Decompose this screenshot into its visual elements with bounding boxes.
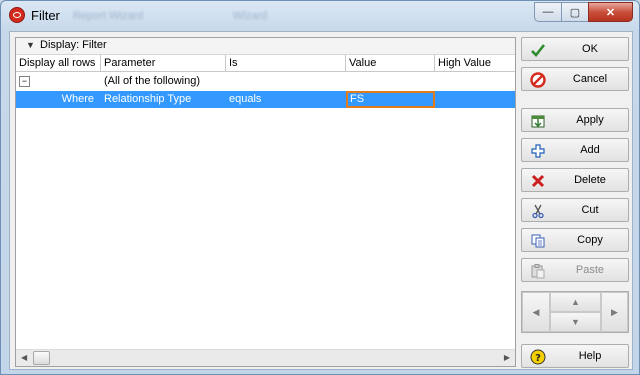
add-button[interactable]: Add — [521, 138, 629, 162]
row-prefix: Where — [61, 93, 94, 105]
copy-label: Copy — [577, 234, 603, 246]
apply-label: Apply — [576, 114, 604, 126]
ok-button[interactable]: OK — [521, 37, 629, 61]
close-button[interactable]: ✕ — [588, 2, 633, 22]
cut-button[interactable]: Cut — [521, 198, 629, 222]
maximize-button[interactable]: ▢ — [561, 2, 589, 22]
scroll-thumb[interactable] — [33, 351, 50, 365]
filter-dialog: Filter Report Wizard Wizard — ▢ ✕ ▼ Disp… — [0, 0, 640, 375]
delete-label: Delete — [574, 174, 606, 186]
column-header-is[interactable]: Is — [226, 55, 346, 72]
background-title-text: Wizard — [233, 10, 268, 22]
column-header-display-all-rows[interactable]: Display all rows — [16, 55, 101, 72]
minimize-button[interactable]: — — [534, 2, 562, 22]
scissors-icon — [530, 203, 546, 219]
column-header-parameter[interactable]: Parameter — [101, 55, 226, 72]
scroll-left-icon[interactable]: ◀ — [21, 353, 27, 362]
filter-row[interactable]: Where Relationship Type equals FS — [16, 91, 515, 108]
check-icon — [530, 42, 546, 58]
move-up-icon[interactable]: ▲ — [550, 292, 601, 312]
plus-icon — [530, 143, 546, 159]
move-down-icon[interactable]: ▼ — [550, 312, 601, 332]
x-icon — [530, 173, 546, 189]
copy-button[interactable]: Copy — [521, 228, 629, 252]
title-bar[interactable]: Filter Report Wizard Wizard — ▢ ✕ — [1, 1, 639, 31]
paste-button[interactable]: Paste — [521, 258, 629, 282]
add-label: Add — [580, 144, 600, 156]
filter-grid[interactable]: ▼ Display: Filter Display all rows Param… — [15, 37, 516, 367]
apply-icon — [530, 113, 546, 129]
move-right-icon[interactable]: ▶ — [601, 292, 628, 332]
is-cell[interactable]: equals — [226, 91, 346, 108]
help-button[interactable]: ? Help — [521, 344, 629, 368]
help-label: Help — [578, 350, 602, 362]
help-icon: ? — [530, 349, 546, 365]
display-filter-label: Display: Filter — [40, 39, 107, 51]
group-row-label: (All of the following) — [104, 75, 200, 87]
dialog-content: ▼ Display: Filter Display all rows Param… — [9, 31, 633, 370]
parameter-cell[interactable]: Relationship Type — [101, 91, 226, 108]
move-arrows-group: ◀ ▲ ▼ ▶ — [521, 291, 629, 333]
high-value-cell[interactable] — [435, 91, 515, 108]
move-left-icon[interactable]: ◀ — [522, 292, 550, 332]
horizontal-scrollbar[interactable]: ◀ ▶ — [16, 349, 515, 366]
paste-icon — [530, 263, 546, 279]
apply-button[interactable]: Apply — [521, 108, 629, 132]
window-title: Filter — [31, 8, 60, 23]
group-row[interactable]: − (All of the following) — [16, 73, 515, 90]
value-input[interactable]: FS — [346, 91, 435, 108]
ok-label: OK — [582, 43, 598, 55]
copy-icon — [530, 233, 546, 249]
scroll-right-icon[interactable]: ▶ — [504, 353, 510, 362]
cancel-button[interactable]: Cancel — [521, 67, 629, 91]
column-header-value[interactable]: Value — [346, 55, 435, 72]
paste-label: Paste — [575, 264, 605, 276]
app-icon — [9, 7, 25, 23]
cancel-label: Cancel — [572, 73, 608, 85]
background-title-text: Report Wizard — [73, 10, 144, 22]
svg-text:?: ? — [535, 353, 541, 364]
chevron-down-icon[interactable]: ▼ — [26, 40, 35, 50]
no-entry-icon — [530, 72, 546, 88]
collapse-icon[interactable]: − — [19, 76, 30, 87]
delete-button[interactable]: Delete — [521, 168, 629, 192]
column-header-high-value[interactable]: High Value — [435, 55, 515, 72]
cut-label: Cut — [581, 204, 599, 216]
display-filter-bar[interactable]: ▼ Display: Filter — [16, 38, 515, 55]
window-controls: — ▢ ✕ — [534, 2, 633, 22]
